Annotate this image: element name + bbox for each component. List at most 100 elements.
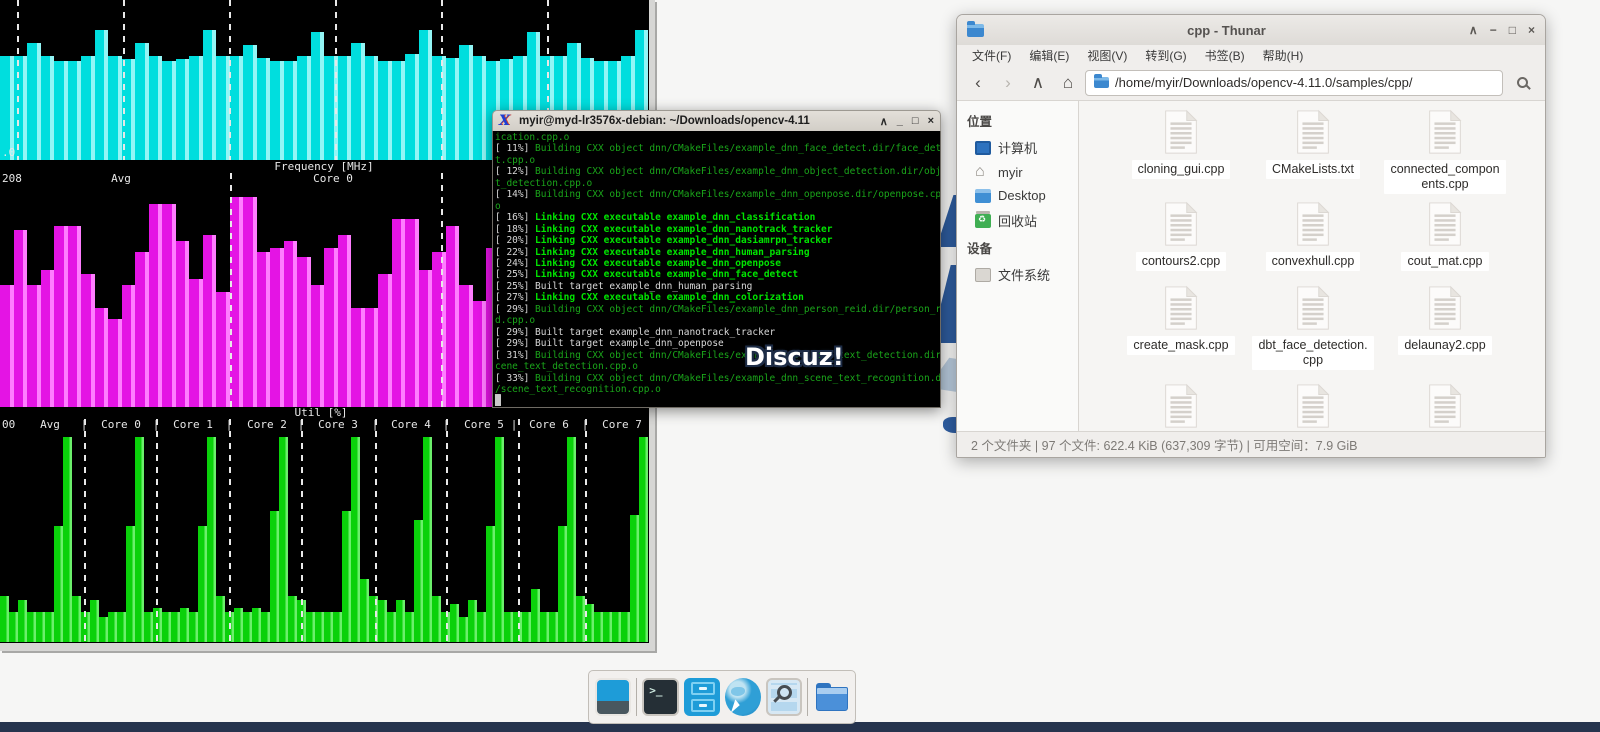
chart-bar — [243, 45, 257, 160]
terminal-line: [ 31%] Building CXX object dnn/CMakeFile… — [495, 350, 938, 361]
chart-bar — [68, 61, 82, 160]
chart-bar — [365, 56, 379, 160]
file-name: cout_mat.cpp — [1401, 252, 1488, 271]
chart-bar — [243, 612, 252, 642]
chart-bar — [252, 608, 261, 642]
terminal-line: [ 12%] Building CXX object dnn/CMakeFile… — [495, 166, 938, 177]
file-item[interactable]: dbt_face_detection. cpp — [1247, 285, 1379, 370]
thunar-maximize-button[interactable]: □ — [1509, 23, 1516, 37]
chart-bar — [284, 241, 298, 407]
sidebar-item-computer[interactable]: 计算机 — [957, 134, 1078, 161]
thunar-minimize-button[interactable]: − — [1490, 23, 1497, 37]
chart-bar — [419, 30, 433, 160]
thunar-statusbar: 2 个文件夹 | 97 个文件: 622.4 KiB (637,309 字节) … — [957, 431, 1545, 457]
chart-bar — [522, 612, 531, 642]
chart-bar — [108, 56, 122, 160]
menu-e[interactable]: 编辑(E) — [1022, 46, 1076, 65]
grid-divider — [446, 419, 448, 642]
chart-bar — [459, 45, 473, 160]
file-item[interactable]: contours2.cpp — [1115, 201, 1247, 271]
terminal-line: o — [495, 201, 938, 212]
chart-bar — [567, 437, 576, 642]
terminal-line: [ 16%] Linking CXX executable example_dn… — [495, 212, 938, 223]
home-button[interactable]: ⌂ — [1055, 70, 1081, 96]
menu-h[interactable]: 帮助(H) — [1256, 46, 1311, 65]
terminal-maximize-button[interactable]: □ — [912, 115, 919, 128]
chart-bar — [149, 56, 163, 160]
desktop-background[interactable]: .0Frequency [MHz]208AvgCore 0Util [%]00A… — [0, 0, 1600, 732]
chart-bar — [392, 61, 406, 160]
up-button[interactable]: ∧ — [1025, 70, 1051, 96]
forward-button[interactable]: › — [995, 70, 1021, 96]
sidebar-item-home[interactable]: myir — [957, 161, 1078, 184]
chart-bar — [531, 589, 540, 642]
sidebar-item-trash[interactable]: 回收站 — [957, 207, 1078, 234]
chart-bar — [477, 612, 486, 642]
thunar-toolbar: ‹ › ∧ ⌂ /home/myir/Downloads/opencv-4.11… — [957, 65, 1545, 101]
chart-bar — [243, 197, 257, 407]
document-icon — [1425, 109, 1465, 155]
terminal-line: [ 27%] Linking CXX executable example_dn… — [495, 292, 938, 303]
chart-bar — [257, 58, 271, 160]
thunar-window[interactable]: cpp - Thunar ∧ − □ × 文件(F)编辑(E)视图(V)转到(G… — [956, 14, 1546, 458]
dock-terminal-icon[interactable]: >_ — [642, 678, 678, 716]
file-item[interactable] — [1379, 383, 1511, 429]
dock-file-cabinet-icon[interactable] — [684, 678, 720, 716]
terminal-line: [ 20%] Linking CXX executable example_dn… — [495, 235, 938, 246]
file-item[interactable] — [1115, 383, 1247, 429]
trash-icon — [975, 214, 991, 228]
sidebar-item-label: myir — [998, 165, 1023, 180]
terminal-titlebar[interactable]: X myir@myd-lr3576x-debian: ~/Downloads/o… — [492, 110, 941, 131]
terminal-minimize-button[interactable]: _ — [897, 115, 903, 128]
chart-bar — [279, 437, 288, 642]
chart-bar — [189, 56, 203, 160]
grid-divider — [518, 419, 520, 642]
grid-divider — [17, 0, 19, 160]
file-item[interactable]: convexhull.cpp — [1247, 201, 1379, 271]
chart-bar — [270, 511, 279, 642]
terminal-shade-button[interactable]: ∧ — [880, 115, 888, 128]
dock-file-manager-icon[interactable] — [813, 678, 849, 716]
file-item[interactable]: connected_compon ents.cpp — [1379, 109, 1511, 194]
chart-bar — [315, 612, 324, 642]
file-item[interactable]: delaunay2.cpp — [1379, 285, 1511, 355]
file-name: cloning_gui.cpp — [1132, 160, 1231, 179]
grid-divider — [123, 0, 125, 160]
thunar-shade-button[interactable]: ∧ — [1469, 23, 1478, 37]
path-bar[interactable]: /home/myir/Downloads/opencv-4.11.0/sampl… — [1085, 70, 1503, 96]
dock-app-finder-icon[interactable] — [766, 678, 802, 716]
menu-b[interactable]: 书签(B) — [1198, 46, 1252, 65]
thunar-file-view[interactable]: cloning_gui.cpp CMakeLists.txtconnected_c… — [1079, 101, 1545, 431]
back-button[interactable]: ‹ — [965, 70, 991, 96]
chart-bar — [495, 437, 504, 642]
sidebar-item-disk[interactable]: 文件系统 — [957, 261, 1078, 288]
terminal-close-button[interactable]: × — [928, 115, 934, 128]
chart-bar — [297, 257, 311, 407]
file-item[interactable]: cout_mat.cpp — [1379, 201, 1511, 271]
menu-f[interactable]: 文件(F) — [965, 46, 1018, 65]
file-item[interactable]: create_mask.cpp — [1115, 285, 1247, 355]
terminal-window[interactable]: X myir@myd-lr3576x-debian: ~/Downloads/o… — [492, 110, 941, 408]
menu-g[interactable]: 转到(G) — [1138, 46, 1193, 65]
file-item[interactable]: CMakeLists.txt — [1247, 109, 1379, 179]
chart-label: Core 2 — [247, 418, 287, 431]
sidebar-item-folder[interactable]: Desktop — [957, 184, 1078, 207]
chart-bar — [54, 61, 68, 160]
chart-bar — [288, 596, 297, 642]
thunar-titlebar[interactable]: cpp - Thunar ∧ − □ × — [957, 15, 1545, 45]
dock-web-browser-icon[interactable] — [725, 678, 761, 716]
search-button[interactable] — [1507, 70, 1537, 96]
sidebar-item-label: Desktop — [998, 188, 1046, 203]
chart-label: Avg — [111, 172, 131, 185]
chart-bar — [216, 56, 230, 160]
terminal-output[interactable]: ication.cpp.o[ 11%] Building CXX object … — [492, 131, 941, 408]
chart-bar — [54, 526, 63, 642]
file-item[interactable] — [1247, 383, 1379, 429]
dock-show-desktop-icon[interactable] — [595, 678, 631, 716]
menu-v[interactable]: 视图(V) — [1080, 46, 1134, 65]
file-item[interactable]: cloning_gui.cpp — [1115, 109, 1247, 179]
thunar-close-button[interactable]: × — [1528, 23, 1535, 37]
chart-bar — [95, 308, 109, 407]
chart-bar — [14, 230, 28, 407]
chart-bar — [351, 437, 360, 642]
